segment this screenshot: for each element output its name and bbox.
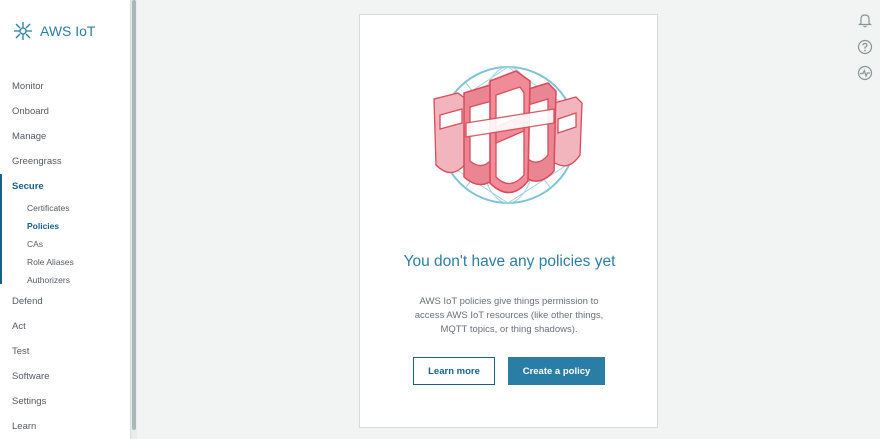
sidebar-item-manage[interactable]: Manage	[0, 124, 130, 149]
sidebar-item-software[interactable]: Software	[0, 364, 130, 389]
sidebar-item-greengrass[interactable]: Greengrass	[0, 149, 130, 174]
sidebar-item-learn[interactable]: Learn	[0, 414, 130, 439]
sidebar-group-secure: Secure Certificates Policies CAs Role Al…	[0, 174, 130, 289]
empty-state-description: AWS IoT policies give things permission …	[414, 296, 604, 335]
sidebar-subitem-certificates[interactable]: Certificates	[0, 199, 130, 217]
sidebar-subitem-cas[interactable]: CAs	[0, 235, 130, 253]
policy-shields-illustration	[433, 66, 583, 204]
sidebar-item-settings[interactable]: Settings	[0, 389, 130, 414]
empty-state-title: You don't have any policies yet	[403, 253, 616, 270]
sidebar-scrollbar-thumb[interactable]	[132, 0, 136, 430]
sidebar-item-act[interactable]: Act	[0, 314, 130, 339]
bell-icon[interactable]	[857, 12, 873, 28]
create-policy-button[interactable]: Create a policy	[508, 357, 605, 385]
sidebar-subitem-role-aliases[interactable]: Role Aliases	[0, 253, 130, 271]
sidebar-subitem-authorizers[interactable]: Authorizers	[0, 271, 130, 289]
sidebar-item-test[interactable]: Test	[0, 339, 130, 364]
aws-iot-logo-icon	[14, 22, 32, 40]
sidebar-item-secure[interactable]: Secure	[0, 174, 130, 199]
sidebar-item-defend[interactable]: Defend	[0, 289, 130, 314]
help-icon[interactable]	[857, 39, 873, 55]
sidebar: AWS IoT Monitor Onboard Manage Greengras…	[0, 0, 130, 439]
sidebar-subitem-policies[interactable]: Policies	[0, 217, 130, 235]
sidebar-scrollbar[interactable]	[130, 0, 137, 439]
sidebar-nav: Monitor Onboard Manage Greengrass Secure…	[0, 74, 130, 439]
brand-name: AWS IoT	[40, 23, 96, 39]
sidebar-item-monitor[interactable]: Monitor	[0, 74, 130, 99]
activity-icon[interactable]	[857, 65, 873, 81]
sidebar-item-onboard[interactable]: Onboard	[0, 99, 130, 124]
brand[interactable]: AWS IoT	[12, 20, 96, 42]
learn-more-button[interactable]: Learn more	[413, 357, 495, 385]
empty-state-card: You don't have any policies yet AWS IoT …	[359, 14, 658, 428]
